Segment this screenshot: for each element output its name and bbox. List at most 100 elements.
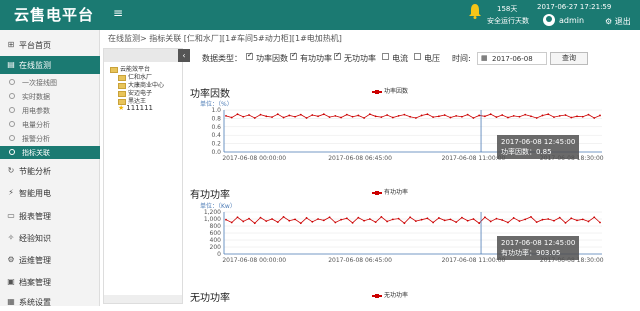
checkbox-voltage[interactable] xyxy=(414,53,421,60)
chart-legend[interactable]: 功率因数 xyxy=(372,86,408,95)
data-point xyxy=(357,216,360,219)
sidebar: ⊞ 平台首页 ▤ 在线监测 一次接线图 实时数据 用电参数 电量分析 报警分析 … xyxy=(0,30,100,307)
checkbox-power-factor[interactable] xyxy=(246,51,253,60)
data-point xyxy=(225,114,227,117)
series-line xyxy=(225,113,601,119)
current-datetime: 2017-06-27 17:21:59 xyxy=(537,3,612,11)
data-point xyxy=(426,113,429,116)
data-point xyxy=(553,116,555,119)
data-point xyxy=(501,114,504,116)
data-point xyxy=(530,115,532,118)
data-point xyxy=(386,220,389,223)
chart-legend[interactable]: 有功功率 xyxy=(372,187,408,196)
data-point xyxy=(276,221,279,224)
bell-icon[interactable] xyxy=(468,3,482,19)
option-label: 功率因数 xyxy=(256,54,288,63)
app-logo[interactable]: 云售电平台 xyxy=(14,4,94,25)
checkbox-current[interactable] xyxy=(382,53,389,60)
y-tick-label: 0.2 xyxy=(211,141,221,148)
sidebar-item-smart-power[interactable]: ⚡ 智能用电 xyxy=(0,184,100,202)
y-tick-label: 1.0 xyxy=(211,107,221,114)
data-point xyxy=(541,218,544,221)
sub-item-power-params[interactable]: 用电参数 xyxy=(0,104,100,117)
run-days-value: 158天 xyxy=(497,5,518,13)
y-tick-label: 400 xyxy=(210,237,222,244)
series-line xyxy=(225,216,601,224)
data-point xyxy=(455,221,458,224)
sub-item-energy-analysis[interactable]: 电量分析 xyxy=(0,118,100,131)
option-label: 无功功率 xyxy=(344,54,376,63)
data-point xyxy=(345,113,348,116)
data-point xyxy=(340,116,342,119)
y-tick-label: 0 xyxy=(217,251,221,258)
logout-button[interactable]: ⚙ 退出 xyxy=(605,16,631,27)
data-point xyxy=(449,116,452,119)
sidebar-item-operations[interactable]: ⚙ 运维管理 xyxy=(0,251,100,269)
data-point xyxy=(581,115,584,118)
data-point xyxy=(432,221,435,224)
sidebar-item-reports[interactable]: ▭ 报表管理 xyxy=(0,207,100,225)
data-point xyxy=(432,116,435,119)
radio-dot-icon xyxy=(9,107,15,113)
data-point xyxy=(524,218,527,221)
data-point xyxy=(380,116,383,119)
tree-node[interactable]: ★ 111111 xyxy=(118,104,153,112)
query-button[interactable]: 查询 xyxy=(550,52,588,65)
data-point xyxy=(507,221,509,224)
checkbox-active-power[interactable] xyxy=(290,51,297,60)
data-point xyxy=(311,220,314,223)
checkbox-reactive-power[interactable] xyxy=(334,51,341,60)
data-point xyxy=(230,116,233,119)
data-point xyxy=(466,113,469,116)
date-input[interactable]: ▦ 2017-06-08 xyxy=(477,52,547,65)
data-point xyxy=(512,114,515,117)
sidebar-item-settings[interactable]: ▦ 系统设置 xyxy=(0,293,100,311)
data-point xyxy=(282,216,285,218)
user-avatar[interactable] xyxy=(543,14,555,26)
data-point xyxy=(437,217,440,219)
data-point xyxy=(472,218,475,220)
data-point xyxy=(380,216,383,218)
sub-item-realtime-data[interactable]: 实时数据 xyxy=(0,90,100,103)
data-point xyxy=(368,218,371,220)
sidebar-item-energy-saving[interactable]: ↻ 节能分析 xyxy=(0,162,100,180)
data-point xyxy=(271,116,273,119)
menu-toggle-icon[interactable]: ≡ xyxy=(113,6,123,20)
sub-item-alarm-analysis[interactable]: 报警分析 xyxy=(0,132,100,145)
data-point xyxy=(403,113,406,116)
data-point xyxy=(363,117,365,119)
sidebar-item-home[interactable]: ⊞ 平台首页 xyxy=(0,36,100,54)
data-point xyxy=(253,117,256,119)
radio-dot-icon xyxy=(9,79,15,85)
option-label: 有功功率 xyxy=(300,54,332,63)
run-days-label: 安全运行天数 xyxy=(487,17,529,25)
sub-item-wiring-diagram[interactable]: 一次接线图 xyxy=(0,76,100,89)
data-point xyxy=(478,222,481,225)
calendar-icon: ▦ xyxy=(481,54,488,62)
top-header: 云售电平台 ≡ 158天 安全运行天数 2017-06-27 17:21:59 … xyxy=(0,0,640,30)
tree-toolbar xyxy=(104,49,178,62)
data-point xyxy=(334,221,337,224)
sidebar-item-online-monitoring[interactable]: ▤ 在线监测 xyxy=(0,56,100,74)
y-tick-label: 1,000 xyxy=(204,216,221,223)
data-point xyxy=(265,220,268,222)
user-name[interactable]: admin xyxy=(559,16,584,25)
data-point xyxy=(391,116,394,119)
time-label: 时间: xyxy=(452,54,471,63)
legend-swatch-icon xyxy=(372,89,382,94)
sidebar-item-archives[interactable]: ▣ 档案管理 xyxy=(0,273,100,291)
data-point xyxy=(248,114,250,116)
data-point xyxy=(570,116,573,119)
data-point xyxy=(242,220,245,223)
data-point xyxy=(518,220,521,222)
sub-item-indicator-correlation[interactable]: 指标关联 xyxy=(0,146,100,159)
chart-tooltip: 2017-06-08 12:45:00 有功功率：903.05 xyxy=(497,236,580,260)
collapse-tree-button[interactable]: ‹ xyxy=(178,49,190,62)
tree-horizontal-scrollbar[interactable] xyxy=(104,295,182,303)
chart-legend[interactable]: 无功功率 xyxy=(372,290,408,299)
monitor-icon: ▤ xyxy=(7,60,15,69)
sidebar-item-knowledge[interactable]: ✧ 经验知识 xyxy=(0,229,100,247)
data-point xyxy=(391,218,394,221)
data-point xyxy=(305,117,308,119)
data-point xyxy=(288,114,291,117)
